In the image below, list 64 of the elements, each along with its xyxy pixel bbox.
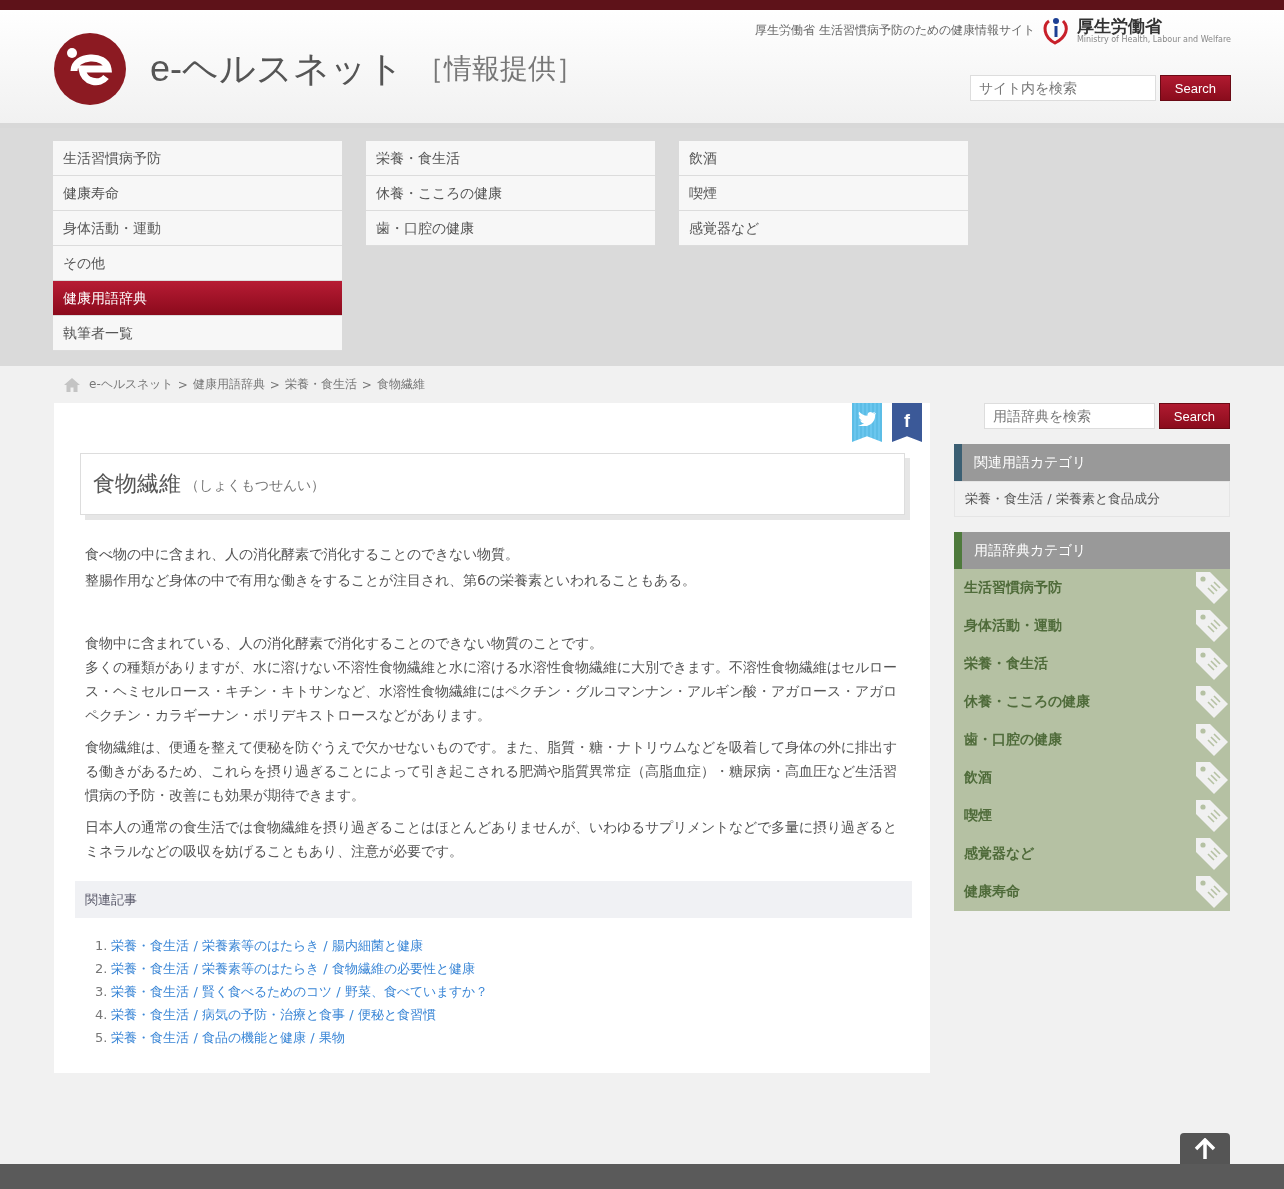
nav-menu-item[interactable]: 健康用語辞典 <box>53 281 342 316</box>
nav-menu-item[interactable]: 健康寿命 <box>53 176 342 211</box>
nav-menu-item[interactable]: 感覚器など <box>679 211 968 246</box>
search-button[interactable]: Search <box>1158 403 1230 429</box>
body-paragraph: 多くの種類がありますが、水に溶けない不溶性食物繊維と水に溶ける水溶性食物繊維に大別できます。不溶性食物繊維はセルロース・ヘミセルロース・キチン・キトサンなど、水溶性食物繊維にはペクチン・グルコマンナン・アルギン酸・アガロース・アガロペクチン・カラギーナン・ポリデキストロースなどがあります。 <box>85 658 898 725</box>
category-link[interactable]: 栄養・食生活 <box>954 655 1048 673</box>
site-tagline: 厚生労働省 生活習慣病予防のための健康情報サイト <box>755 21 1035 39</box>
nav-menu-item[interactable]: 生活習慣病予防 <box>53 141 342 176</box>
nav-menu-item[interactable]: 身体活動・運動 <box>53 211 342 246</box>
panel-title: 用語辞典カテゴリ <box>974 541 1086 560</box>
breadcrumb-link[interactable]: 栄養・食生活 <box>284 376 357 393</box>
body-paragraph: 食物繊維は、便通を整えて便秘を防ぐうえで欠かせないものです。また、脂質・糖・ナトリウムなどを吸着して身体の外に排出する働きがあるため、これらを摂り過ぎることによって引き起こされる肥満や脂質異常症（高脂血症）・糖尿病・高血圧など生活習慣病の予防・改善にも効果が期待できます。 <box>85 738 898 805</box>
breadcrumb-link[interactable]: e-ヘルスネット <box>89 376 173 393</box>
up-arrow-icon <box>1194 1137 1216 1160</box>
category-link[interactable]: 休養・こころの健康 <box>954 693 1090 711</box>
related-articles-title: 関連記事 <box>85 890 137 909</box>
related-article-link[interactable]: 栄養・食生活 / 栄養素等のはたらき / 腸内細菌と健康 <box>111 934 423 957</box>
nav-menu-item[interactable]: 飲酒 <box>679 141 968 176</box>
nav-menu-item[interactable]: 喫煙 <box>679 176 968 211</box>
related-article-link[interactable]: 栄養・食生活 / 食品の機能と健康 / 果物 <box>111 1026 345 1049</box>
site-subtitle: ［情報提供］ <box>416 51 584 87</box>
nav-menu-item[interactable]: 執筆者一覧 <box>53 316 342 351</box>
nav-menu-item[interactable]: 休養・こころの健康 <box>366 176 655 211</box>
search-button[interactable]: Search <box>1159 75 1231 101</box>
site-logo-icon[interactable] <box>54 33 126 105</box>
list-number: 1. <box>95 937 108 955</box>
breadcrumb-separator: > <box>361 377 372 392</box>
related-article-link[interactable]: 栄養・食生活 / 賢く食べるためのコツ / 野菜、食べていますか？ <box>111 980 488 1003</box>
summary-text: 食べ物の中に含まれ、人の消化酵素で消化することのできない物質。 <box>85 545 520 564</box>
body-paragraph: 食物中に含まれている、人の消化酵素で消化することのできない物質のことです。 <box>85 634 604 653</box>
related-article-link[interactable]: 栄養・食生活 / 栄養素等のはたらき / 食物繊維の必要性と健康 <box>111 957 475 980</box>
list-number: 3. <box>95 983 108 1001</box>
nav-menu-item[interactable]: 栄養・食生活 <box>366 141 655 176</box>
list-number: 4. <box>95 1006 108 1024</box>
category-link[interactable]: 身体活動・運動 <box>954 617 1062 635</box>
list-number: 5. <box>95 1029 108 1047</box>
related-article-link[interactable]: 栄養・食生活 / 病気の予防・治療と食事 / 便秘と食習慣 <box>111 1003 436 1026</box>
breadcrumb-separator: > <box>177 377 188 392</box>
category-link[interactable]: 飲酒 <box>954 769 992 787</box>
category-link[interactable]: 健康寿命 <box>954 883 1020 901</box>
site-name: e-ヘルスネット <box>150 46 404 91</box>
panel-title: 関連用語カテゴリ <box>974 453 1086 472</box>
body-paragraph: 日本人の通常の食生活では食物繊維を摂り過ぎることはほとんどありませんが、いわゆるサプリメントなどで多量に摂り過ぎるとミネラルなどの吸収を妨げることもあり、注意が必要です。 <box>85 818 898 861</box>
term-reading: （しょくもつせんい） <box>185 477 325 495</box>
back-to-top-button[interactable] <box>1180 1133 1230 1164</box>
ministry-english-name: Ministry of Health, Labour and Welfare <box>1076 34 1231 44</box>
term-title: 食物繊維 <box>93 470 181 498</box>
breadcrumb-link[interactable]: 食物繊維 <box>376 376 425 393</box>
breadcrumb-link[interactable]: 健康用語辞典 <box>192 376 265 393</box>
category-link[interactable]: 歯・口腔の健康 <box>954 731 1062 749</box>
ministry-name: 厚生労働省 <box>1076 16 1162 35</box>
glossary-search-field[interactable]: 用語辞典を検索 <box>983 403 1155 429</box>
category-link[interactable]: 喫煙 <box>954 807 992 825</box>
site-search-field[interactable]: サイト内を検索 <box>969 75 1156 101</box>
summary-text: 整腸作用など身体の中で有用な働きをすることが注目され、第6の栄養素といわれることもある。 <box>85 571 697 590</box>
category-link[interactable]: 栄養・食生活 / 栄養素と食品成分 <box>954 481 1230 517</box>
nav-menu-item[interactable]: 歯・口腔の健康 <box>366 211 655 246</box>
list-number: 2. <box>95 960 108 978</box>
category-link[interactable]: 生活習慣病予防 <box>954 579 1062 597</box>
category-link[interactable]: 感覚器など <box>954 845 1034 863</box>
bird-icon <box>858 411 876 426</box>
breadcrumb-separator: > <box>269 377 280 392</box>
facebook-share-button[interactable]: f <box>892 403 922 442</box>
nav-menu-item[interactable]: その他 <box>53 246 342 281</box>
